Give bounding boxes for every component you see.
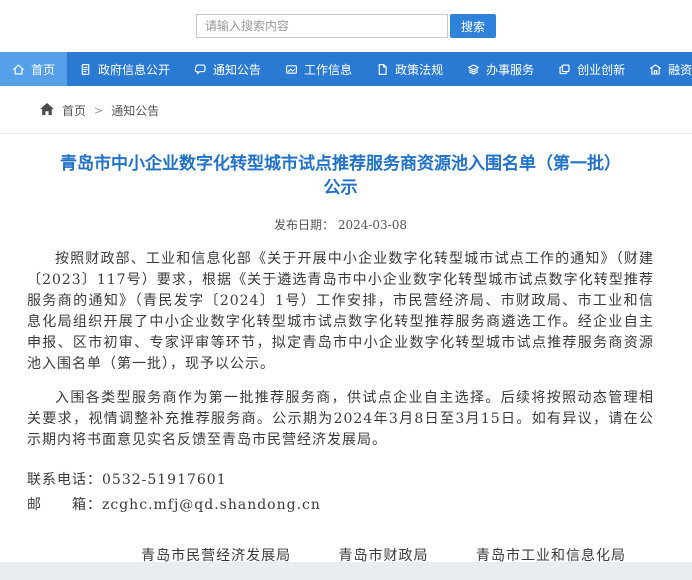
nav-item-label: 政府信息公开	[98, 61, 170, 78]
copy-icon	[558, 63, 571, 76]
top-header: 搜索	[0, 0, 692, 52]
nav-item-notices[interactable]: 通知公告	[182, 52, 273, 86]
policy-doc-icon	[376, 63, 389, 76]
article: 青岛市中小企业数字化转型城市试点推荐服务商资源池入围名单（第一批）公示 发布日期…	[0, 134, 692, 580]
search-button[interactable]: 搜索	[450, 14, 496, 38]
breadcrumb-separator: >	[94, 104, 103, 117]
email-value: zcghc.mfj@qd.shandong.cn	[102, 497, 321, 513]
breadcrumb-current: 通知公告	[111, 102, 159, 119]
main-nav: 首页 政府信息公开 通知公告 工作信息 政策法规 办事服务 创业	[0, 52, 692, 86]
publish-date-label: 发布日期：	[274, 218, 334, 232]
nav-item-home[interactable]: 首页	[0, 52, 67, 86]
document-icon	[79, 63, 92, 76]
breadcrumb-home-link[interactable]: 首页	[62, 102, 86, 119]
nav-item-label: 通知公告	[213, 61, 261, 78]
nav-item-work-info[interactable]: 工作信息	[273, 52, 364, 86]
page-title: 青岛市中小企业数字化转型城市试点推荐服务商资源池入围名单（第一批）公示	[27, 152, 654, 200]
nav-item-label: 首页	[31, 61, 55, 78]
nav-item-financing[interactable]: 融资合作	[637, 52, 692, 86]
nav-item-label: 政策法规	[395, 61, 443, 78]
nav-item-label: 融资合作	[668, 61, 692, 78]
contact-email-row: 邮 箱：zcghc.mfj@qd.shandong.cn	[27, 493, 654, 517]
email-label: 邮 箱：	[27, 497, 102, 513]
nav-item-label: 创业创新	[577, 61, 625, 78]
contact-phone-row: 联系电话：0532-51917601	[27, 468, 654, 492]
bank-icon	[649, 63, 662, 76]
publish-date-value: 2024-03-08	[338, 218, 407, 232]
search-bar: 搜索	[196, 14, 496, 38]
article-body: 按照财政部、工业和信息化部《关于开展中小企业数字化转型城市试点工作的通知》（财建…	[27, 249, 654, 451]
footer-strip	[0, 562, 692, 580]
publish-date: 发布日期： 2024-03-08	[27, 216, 654, 233]
breadcrumb-home-icon	[40, 103, 54, 119]
nav-item-label: 工作信息	[304, 61, 352, 78]
nav-item-gov-info[interactable]: 政府信息公开	[67, 52, 182, 86]
search-input[interactable]	[196, 14, 448, 38]
comment-icon	[194, 63, 207, 76]
breadcrumb: 首页 > 通知公告	[0, 86, 692, 134]
contact-block: 联系电话：0532-51917601 邮 箱：zcghc.mfj@qd.shan…	[27, 468, 654, 517]
paragraph: 入围各类型服务商作为第一批推荐服务商，供试点企业自主选择。后续将按照动态管理相关…	[27, 388, 654, 451]
phone-label: 联系电话：	[27, 472, 102, 488]
nav-item-label: 办事服务	[486, 61, 534, 78]
paragraph: 按照财政部、工业和信息化部《关于开展中小企业数字化转型城市试点工作的通知》（财建…	[27, 249, 654, 375]
home-icon	[12, 63, 25, 76]
layers-icon	[467, 63, 480, 76]
phone-value: 0532-51917601	[102, 472, 227, 488]
card-icon	[285, 63, 298, 76]
nav-item-services[interactable]: 办事服务	[455, 52, 546, 86]
nav-item-policies[interactable]: 政策法规	[364, 52, 455, 86]
nav-item-innovation[interactable]: 创业创新	[546, 52, 637, 86]
